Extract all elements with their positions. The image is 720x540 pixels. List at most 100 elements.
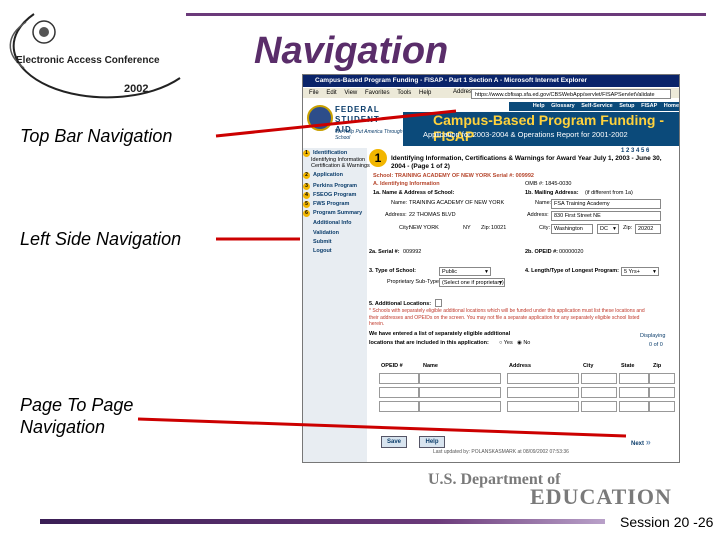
top-nav-home[interactable]: Home	[664, 103, 679, 109]
conference-year: 2002	[124, 83, 148, 95]
left-nav-application[interactable]: 2 Application	[303, 172, 367, 179]
left-nav-validation[interactable]: Validation	[313, 230, 377, 236]
table-cell-input[interactable]	[619, 373, 649, 384]
menu-help[interactable]: Help	[419, 90, 431, 96]
menu-tools[interactable]: Tools	[397, 90, 411, 96]
q5-note-line3: herein.	[369, 321, 385, 327]
step-pager[interactable]: 1 2 3 4 5 6	[621, 148, 649, 154]
table-cell-input[interactable]	[619, 387, 649, 398]
proprietary-subtype-select[interactable]: (Select one if proprietary)	[439, 278, 505, 287]
left-nav-program-summary[interactable]: 6 Program Summary	[303, 210, 367, 217]
application-screenshot: Campus-Based Program Funding - FISAP - P…	[302, 74, 680, 463]
table-cell-input[interactable]	[581, 373, 617, 384]
table-cell-input[interactable]	[379, 373, 419, 384]
left-nav-additional-info[interactable]: Additional Info	[313, 220, 377, 226]
left-nav-label: FWS Program	[313, 201, 350, 207]
left-navigation: 1 Identification Identifying Information …	[303, 148, 370, 462]
table-cell-input[interactable]	[507, 401, 579, 412]
top-nav-help[interactable]: Help	[533, 103, 545, 109]
top-nav-self-service[interactable]: Self-Service	[581, 103, 613, 109]
table-cell-input[interactable]	[379, 387, 419, 398]
left-nav-logout[interactable]: Logout	[313, 248, 377, 254]
address-bar[interactable]: https://www.cbfisap.sfa.ed.gov/CBSWebApp…	[471, 89, 671, 99]
school-state: NY	[463, 225, 471, 231]
radio-no-label: No	[523, 340, 531, 346]
school-zip: 10021	[491, 225, 507, 231]
left-nav-perkins[interactable]: 3 Perkins Program	[303, 183, 367, 190]
session-label: Session 20 -26	[620, 514, 714, 530]
radio-yes[interactable]: ○ Yes	[499, 340, 513, 346]
displaying-count: 0 of 0	[649, 342, 663, 348]
mail-state-select[interactable]: DC	[597, 224, 619, 234]
callout-top-bar: Top Bar Navigation	[20, 126, 173, 146]
fsa-seal-icon	[307, 105, 333, 131]
q1b-note: (if different from 1a)	[585, 190, 633, 196]
q1b-label: 1b. Mailing Address:	[525, 190, 579, 196]
top-nav-glossary[interactable]: Glossary	[551, 103, 575, 109]
left-nav-identification[interactable]: 1 Identification	[303, 150, 367, 157]
doe-logo-bottom: EDUCATION	[530, 484, 672, 509]
top-nav-fisap[interactable]: FISAP	[641, 103, 657, 109]
table-cell-input[interactable]	[581, 387, 617, 398]
school-line: School: TRAINING ACADEMY OF NEW YORK Ser…	[373, 173, 534, 179]
table-cell-input[interactable]	[581, 401, 617, 412]
table-cell-input[interactable]	[507, 387, 579, 398]
q1a-label: 1a. Name & Address of School:	[373, 190, 455, 196]
mail-zip-label: Zip:	[623, 225, 633, 231]
table-cell-input[interactable]	[649, 401, 675, 412]
left-nav-fseog[interactable]: 4 FSEOG Program	[303, 192, 367, 199]
program-length-select[interactable]: 5 Yrs+	[621, 267, 659, 276]
q5-note-line2: their addresses and OPEIDs on the screen…	[369, 314, 640, 321]
q2a-label: 2a. Serial #:	[369, 249, 400, 255]
browser-title-bar: Campus-Based Program Funding - FISAP - P…	[303, 75, 679, 87]
table-cell-input[interactable]	[419, 401, 501, 412]
left-nav-submit[interactable]: Submit	[313, 239, 377, 245]
mail-city-label: City:	[539, 225, 550, 231]
col-name: Name	[423, 363, 438, 369]
mail-name-input[interactable]: FSA Training Academy	[551, 199, 661, 209]
menu-file[interactable]: File	[309, 90, 319, 96]
school-city: NEW YORK	[409, 225, 439, 231]
school-type-select[interactable]: Public	[439, 267, 491, 276]
menu-favorites[interactable]: Favorites	[365, 90, 390, 96]
table-cell-input[interactable]	[649, 373, 675, 384]
conference-logo: Electronic Access Conference 2002	[9, 13, 181, 99]
mail-city-input[interactable]: Washington	[551, 224, 593, 234]
mail-address-label: Address:	[527, 212, 549, 218]
help-button[interactable]: Help	[419, 436, 445, 448]
mail-zip-input[interactable]: 20202	[635, 224, 661, 234]
next-arrow-icon: »	[645, 437, 651, 447]
part-a-heading: A. Identifying Information	[373, 181, 440, 187]
last-updated: Last updated by: POLANSKASMARK at 08/09/…	[433, 449, 569, 455]
q2b-label: 2b. OPEID #:	[525, 249, 559, 255]
table-cell-input[interactable]	[619, 401, 649, 412]
mail-address-input[interactable]: 830 First Street NE	[551, 211, 661, 221]
q2a-value: 009992	[403, 249, 422, 255]
next-link[interactable]: Next »	[631, 437, 651, 447]
step-badge: 4	[303, 192, 310, 199]
top-nav-bar: Help Glossary Self-Service Setup FISAP H…	[509, 102, 679, 111]
left-nav-label: FSEOG Program	[313, 192, 357, 198]
left-nav-certification[interactable]: Certification & Warnings	[311, 163, 375, 169]
table-cell-input[interactable]	[379, 401, 419, 412]
step-badge: 5	[303, 201, 310, 208]
zip-label: Zip:	[481, 225, 491, 231]
displaying-label: Displaying	[640, 333, 666, 339]
radio-no[interactable]: ◉ No	[517, 340, 530, 346]
table-cell-input[interactable]	[419, 387, 501, 398]
save-button[interactable]: Save	[381, 436, 407, 448]
table-cell-input[interactable]	[419, 373, 501, 384]
menu-edit[interactable]: Edit	[326, 90, 336, 96]
table-cell-input[interactable]	[649, 387, 675, 398]
table-cell-input[interactable]	[507, 373, 579, 384]
callout-page-to-page-line2: Navigation	[20, 417, 106, 437]
col-opeid: OPEID #	[381, 363, 403, 369]
top-nav-setup[interactable]: Setup	[619, 103, 634, 109]
q5-help-icon[interactable]	[435, 299, 442, 307]
callout-page-to-page-line1: Page To Page	[20, 395, 134, 415]
mail-name-label: Name:	[535, 200, 552, 206]
next-label: Next	[631, 441, 645, 447]
left-nav-fws[interactable]: 5 FWS Program	[303, 201, 367, 208]
conference-name: Electronic Access Conference	[16, 55, 160, 66]
menu-view[interactable]: View	[344, 90, 357, 96]
